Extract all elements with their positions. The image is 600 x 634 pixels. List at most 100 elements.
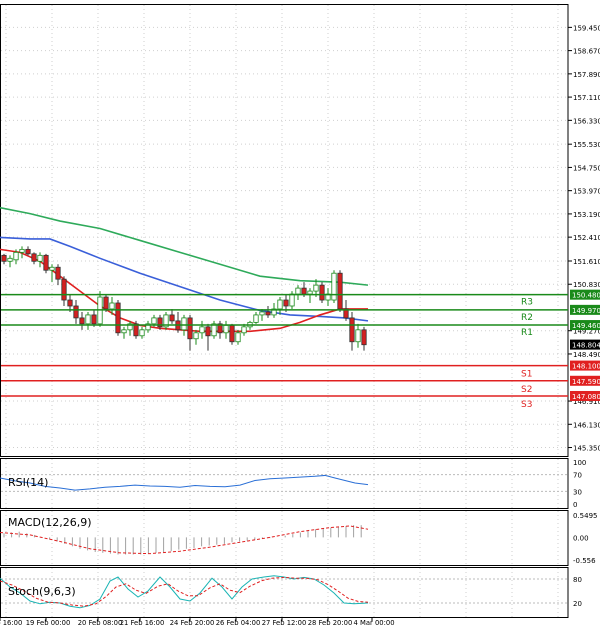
candle-body	[1, 254, 7, 262]
y-tick-label: 151.610	[573, 258, 600, 266]
candle-body	[73, 305, 79, 319]
stoch-y-tick-label: 80	[573, 576, 582, 584]
level-label-s1: S1	[521, 370, 532, 380]
level-price-label-s3: 147.080	[572, 393, 600, 401]
chart-svg: 159.450 158.670 157.890 157.110 156.330 155.5…	[0, 4, 600, 627]
candle-body	[37, 254, 43, 262]
rsi-title: RSI(14)	[8, 476, 48, 489]
y-tick-label: 157.110	[573, 94, 600, 102]
macd-y-tick-label: 0.5495	[573, 512, 598, 520]
candle-body	[115, 302, 121, 334]
candle-body	[25, 248, 31, 255]
candle-body	[337, 272, 343, 310]
stoch-title: Stoch(9,6,3)	[8, 585, 76, 598]
candle-body	[283, 299, 289, 307]
y-tick-label: 153.190	[573, 211, 600, 219]
y-tick-label: 154.750	[573, 164, 600, 172]
candle-body	[43, 254, 49, 271]
candle-body	[7, 257, 13, 262]
candle-body	[79, 317, 85, 325]
candle-body	[181, 317, 187, 331]
rsi-y-tick-label: 30	[573, 488, 582, 496]
level-price-label-s2: 147.590	[572, 378, 600, 386]
x-tick-label: 18 Feb 16:00	[0, 619, 22, 627]
candle-body	[91, 314, 97, 325]
level-label-s2: S2	[521, 385, 532, 395]
level-label-s3: S3	[521, 400, 532, 410]
x-tick-label: 20 Feb 08:00	[78, 619, 123, 627]
y-tick-label: 158.670	[573, 48, 600, 56]
panel-frame-main	[0, 4, 569, 457]
macd-y-tick-label: 0.00	[573, 534, 589, 542]
candle-body	[67, 299, 73, 307]
y-tick-label: 152.410	[573, 234, 600, 242]
candle-body	[61, 278, 67, 301]
candle-body	[349, 317, 355, 343]
candle-body	[169, 314, 175, 322]
x-tick-label: 19 Feb 00:00	[26, 619, 71, 627]
candle-body	[295, 287, 301, 295]
candle-body	[49, 266, 55, 271]
candle-body	[355, 329, 361, 343]
level-label-r3: R3	[521, 298, 533, 308]
x-tick-label: 26 Feb 04:00	[216, 619, 261, 627]
candle-body	[103, 296, 109, 310]
rsi-y-tick-label: 70	[573, 472, 582, 480]
candle-body	[31, 253, 37, 262]
candle-body	[19, 248, 25, 253]
candle-body	[121, 329, 127, 334]
candle-body	[289, 293, 295, 307]
candle-body	[85, 314, 91, 325]
y-tick-label: 159.450	[573, 24, 600, 32]
x-tick-label: 27 Feb 12:00	[262, 619, 307, 627]
level-price-label-r3: 150.480	[572, 292, 600, 300]
stoch-y-tick-label: 20	[573, 600, 582, 608]
candle-body	[151, 317, 157, 325]
candle-body	[259, 311, 265, 316]
candle-body	[301, 287, 307, 295]
rsi-y-tick-label: 0	[573, 501, 577, 509]
candle-body	[277, 299, 283, 310]
candle-body	[193, 332, 199, 340]
candle-body	[223, 324, 229, 334]
y-tick-label: 155.530	[573, 141, 600, 149]
y-tick-label: 146.130	[573, 421, 600, 429]
level-price-label-s1: 148.100	[572, 363, 600, 371]
current-price-label: 148.804	[572, 342, 600, 350]
candle-body	[313, 284, 319, 292]
rsi-y-tick-label: 100	[573, 459, 586, 467]
y-tick-label: 156.330	[573, 117, 600, 125]
level-price-label-r2: 149.970	[572, 307, 600, 315]
candle-body	[253, 314, 259, 323]
candle-body	[331, 272, 337, 301]
candle-body	[229, 324, 235, 343]
level-price-label-r1: 149.460	[572, 322, 600, 330]
candle-body	[319, 284, 325, 301]
panel-frame-rsi	[0, 458, 569, 509]
candle-body	[109, 302, 115, 310]
candle-body	[205, 326, 211, 337]
candle-body	[187, 317, 193, 340]
macd-title: MACD(12,26,9)	[8, 516, 92, 529]
candle-body	[265, 311, 271, 316]
candle-body	[13, 251, 19, 261]
y-tick-label: 153.970	[573, 188, 600, 196]
candle-body	[241, 326, 247, 334]
chart-root: 159.450 158.670 157.890 157.110 156.330 155.5…	[0, 0, 600, 630]
candle-body	[307, 290, 313, 295]
candle-body	[199, 326, 205, 334]
y-tick-label: 150.830	[573, 281, 600, 289]
panel-frame-stoch	[0, 567, 569, 618]
x-tick-label: 24 Feb 20:00	[170, 619, 215, 627]
y-tick-label: 148.490	[573, 351, 600, 359]
x-tick-label: 4 Mar 00:00	[353, 619, 394, 627]
candle-body	[235, 332, 241, 343]
y-tick-label: 157.890	[573, 71, 600, 79]
candle-body	[55, 266, 61, 280]
y-tick-label: 145.350	[573, 445, 600, 453]
candle-body	[361, 329, 367, 346]
macd-y-tick-label: -0.556	[573, 557, 596, 565]
x-tick-label: 21 Feb 16:00	[120, 619, 165, 627]
candle-body	[139, 329, 145, 337]
level-label-r1: R1	[521, 328, 533, 338]
